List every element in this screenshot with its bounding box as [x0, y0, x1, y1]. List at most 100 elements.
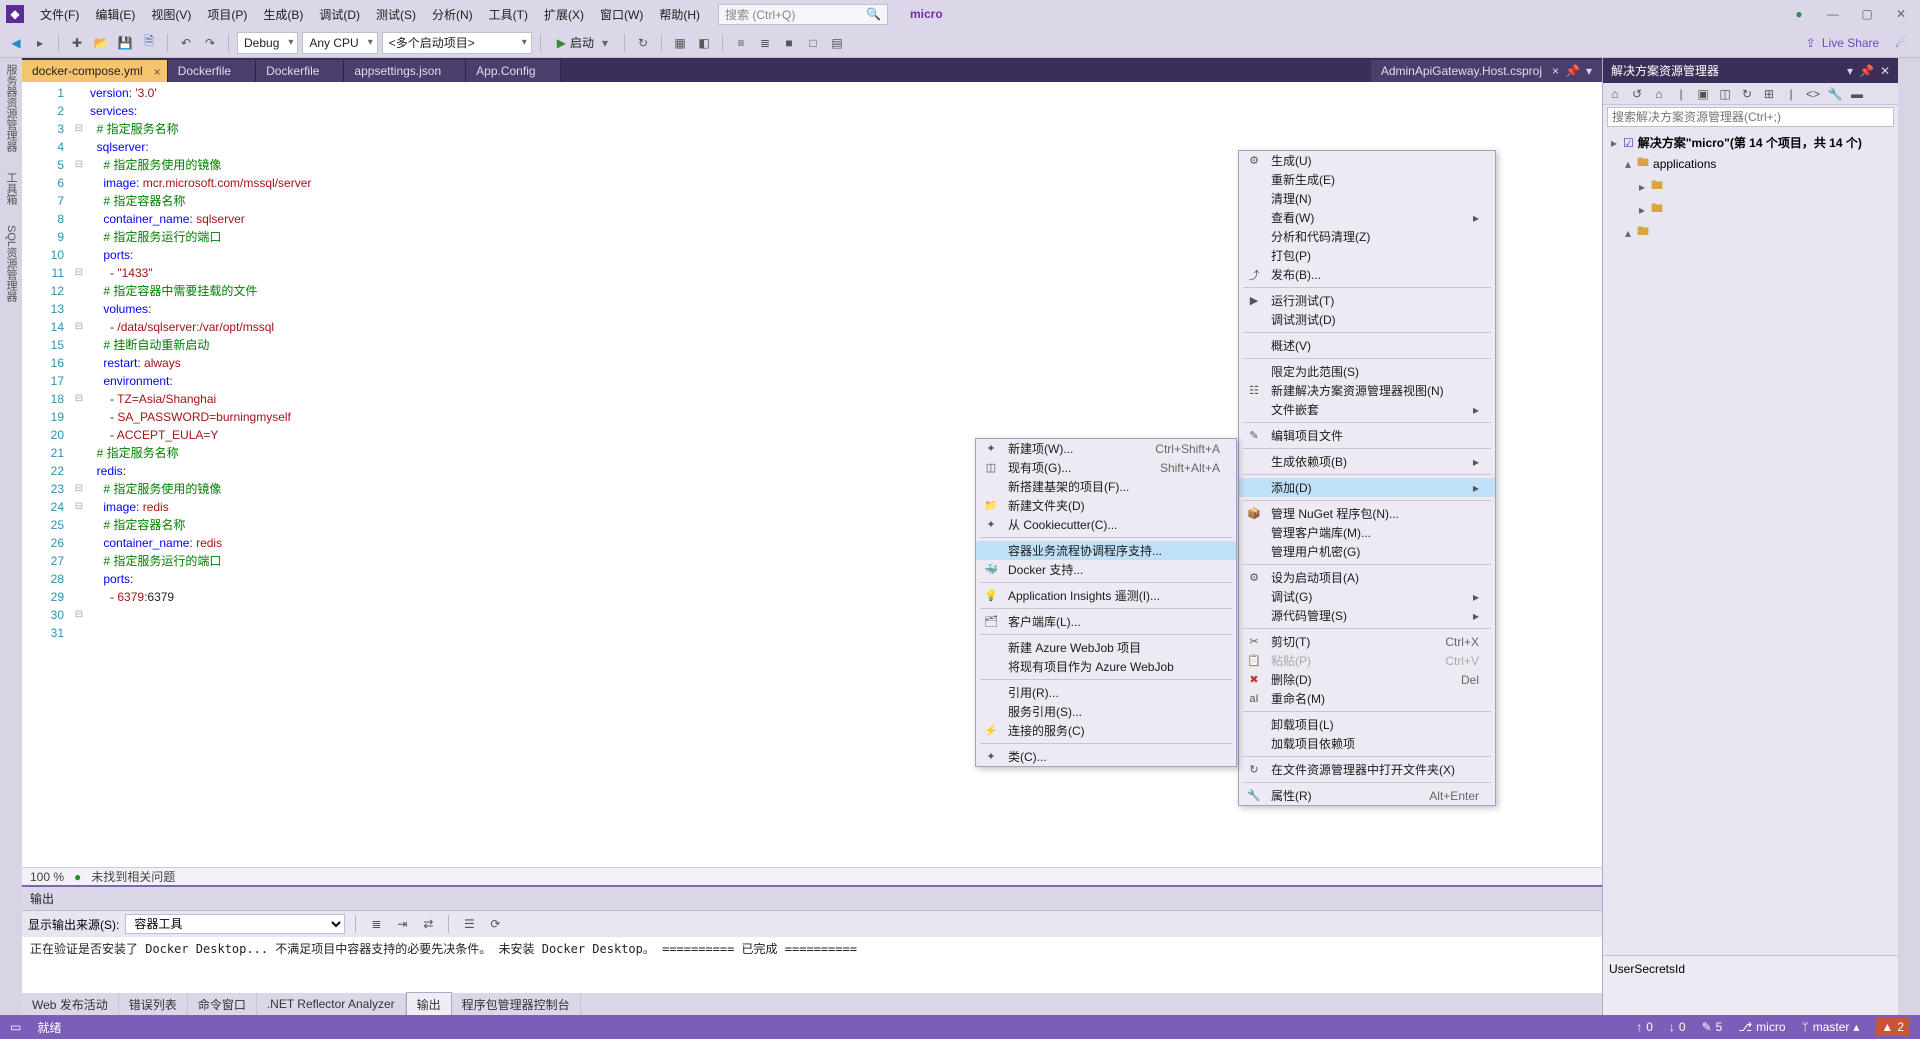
- context-menu-item[interactable]: ✦类(C)...: [976, 747, 1236, 766]
- menu-item[interactable]: 生成(B): [255, 2, 311, 27]
- output-tab[interactable]: .NET Reflector Analyzer: [257, 994, 406, 1014]
- output-wrap-icon[interactable]: ⇥: [392, 914, 412, 934]
- nav-fwd-icon[interactable]: ▸: [30, 33, 50, 53]
- context-menu-item[interactable]: 服务引用(S)...: [976, 702, 1236, 721]
- refresh-icon[interactable]: ↻: [633, 33, 653, 53]
- nav-back-icon[interactable]: ◀: [6, 33, 26, 53]
- context-menu-item[interactable]: 📦管理 NuGet 程序包(N)...: [1239, 504, 1495, 523]
- menu-item[interactable]: 帮助(H): [651, 2, 708, 27]
- output-source-select[interactable]: 容器工具: [125, 914, 345, 934]
- zoom-level[interactable]: 100 %: [30, 870, 64, 884]
- context-menu-item[interactable]: 🗂客户端库(L)...: [976, 612, 1236, 631]
- editor-tab[interactable]: App.Config: [466, 60, 560, 82]
- feedback-icon[interactable]: ☄: [1895, 36, 1906, 50]
- collapse-icon[interactable]: ▣: [1695, 87, 1711, 101]
- comment-icon[interactable]: ■: [779, 33, 799, 53]
- menu-item[interactable]: 扩展(X): [536, 2, 592, 27]
- save-icon[interactable]: 💾: [115, 33, 135, 53]
- wrench-icon[interactable]: 🔧: [1827, 87, 1843, 101]
- editor-tab[interactable]: appsettings.json: [344, 60, 466, 82]
- indent-icon[interactable]: ≡: [731, 33, 751, 53]
- context-menu-item[interactable]: 调试(G): [1239, 587, 1495, 606]
- platform-dropdown[interactable]: Any CPU: [302, 32, 377, 54]
- save-all-icon[interactable]: 🗎: [139, 33, 159, 53]
- context-menu-item[interactable]: 🔧属性(R)Alt+Enter: [1239, 786, 1495, 805]
- context-menu-item[interactable]: 管理用户机密(G): [1239, 542, 1495, 561]
- test-explorer-tab[interactable]: SQL资源管理器: [3, 225, 19, 302]
- minimize-icon[interactable]: —: [1826, 7, 1840, 21]
- menu-item[interactable]: 编辑(E): [87, 2, 143, 27]
- context-menu-item[interactable]: 限定为此范围(S): [1239, 362, 1495, 381]
- solution-tree[interactable]: ▸☑解决方案"micro"(第 14 个项目，共 14 个) ▴🖿applica…: [1603, 129, 1898, 248]
- context-menu-item[interactable]: 文件嵌套: [1239, 400, 1495, 419]
- context-menu-item[interactable]: ⚙生成(U): [1239, 151, 1495, 170]
- git-branch[interactable]: ᛘ master ▴: [1802, 1020, 1860, 1034]
- editor-tab-right[interactable]: AdminApiGateway.Host.csproj×📌▾: [1371, 60, 1602, 82]
- editor-tab[interactable]: Dockerfile: [256, 60, 344, 82]
- context-menu-item[interactable]: ⤴发布(B)...: [1239, 265, 1495, 284]
- context-menu-item[interactable]: ✦新建项(W)...Ctrl+Shift+A: [976, 439, 1236, 458]
- context-menu-item[interactable]: 📁新建文件夹(D): [976, 496, 1236, 515]
- context-menu-item[interactable]: 查看(W): [1239, 208, 1495, 227]
- view-code-icon[interactable]: <>: [1805, 87, 1821, 101]
- context-menu-item[interactable]: aI重命名(M): [1239, 689, 1495, 708]
- maximize-icon[interactable]: ▢: [1860, 7, 1874, 21]
- context-menu-item[interactable]: ✦从 Cookiecutter(C)...: [976, 515, 1236, 534]
- editor-tab[interactable]: docker-compose.yml×: [22, 60, 168, 82]
- context-menu-item[interactable]: ☷新建解决方案资源管理器视图(N): [1239, 381, 1495, 400]
- panel-dropdown-icon[interactable]: ▾: [1847, 64, 1853, 78]
- output-clear-icon[interactable]: ≣: [366, 914, 386, 934]
- redo-icon[interactable]: ↷: [200, 33, 220, 53]
- add-submenu[interactable]: ✦新建项(W)...Ctrl+Shift+A◫现有项(G)...Shift+Al…: [975, 438, 1237, 767]
- menu-item[interactable]: 测试(S): [368, 2, 424, 27]
- context-menu-item[interactable]: 引用(R)...: [976, 683, 1236, 702]
- context-menu-item[interactable]: 概述(V): [1239, 336, 1495, 355]
- context-menu-item[interactable]: 生成依赖项(B): [1239, 452, 1495, 471]
- tool-icon-1[interactable]: ▦: [670, 33, 690, 53]
- context-menu-item[interactable]: ▶运行测试(T): [1239, 291, 1495, 310]
- config-dropdown[interactable]: Debug: [237, 32, 298, 54]
- context-menu-item[interactable]: 新搭建基架的项目(F)...: [976, 477, 1236, 496]
- git-repo[interactable]: ⎇ micro: [1738, 1020, 1785, 1034]
- outdent-icon[interactable]: ≣: [755, 33, 775, 53]
- context-menu-item[interactable]: ✎编辑项目文件: [1239, 426, 1495, 445]
- account-icon[interactable]: ●: [1792, 7, 1806, 21]
- editor-tab[interactable]: Dockerfile: [168, 60, 256, 82]
- output-tab[interactable]: 错误列表: [119, 993, 188, 1016]
- output-tab[interactable]: 程序包管理器控制台: [452, 993, 581, 1016]
- context-menu-item[interactable]: ◫现有项(G)...Shift+Alt+A: [976, 458, 1236, 477]
- filter-icon[interactable]: ▬: [1849, 87, 1865, 101]
- menu-item[interactable]: 项目(P): [199, 2, 255, 27]
- output-toggle-icon[interactable]: ⇄: [418, 914, 438, 934]
- new-project-icon[interactable]: ✚: [67, 33, 87, 53]
- startup-dropdown[interactable]: <多个启动项目>: [382, 32, 532, 54]
- undo-icon[interactable]: ↶: [176, 33, 196, 53]
- context-menu-item[interactable]: 将现有项目作为 Azure WebJob: [976, 657, 1236, 676]
- tab-close-icon[interactable]: ×: [1552, 64, 1559, 78]
- context-menu-item[interactable]: 💡Application Insights 遥测(I)...: [976, 586, 1236, 605]
- context-menu-item[interactable]: 新建 Azure WebJob 项目: [976, 638, 1236, 657]
- context-menu-item[interactable]: 加载项目依赖项: [1239, 734, 1495, 753]
- context-menu-item[interactable]: 源代码管理(S): [1239, 606, 1495, 625]
- server-explorer-tab[interactable]: 服务器资源管理器: [3, 64, 19, 152]
- context-menu-item[interactable]: 重新生成(E): [1239, 170, 1495, 189]
- live-share-button[interactable]: ⇪ Live Share ☄: [1806, 36, 1914, 50]
- prop-icon[interactable]: ⊞: [1761, 87, 1777, 101]
- git-up[interactable]: ↑ 0: [1636, 1020, 1653, 1034]
- refresh-tree-icon[interactable]: ↻: [1739, 87, 1755, 101]
- context-menu-item[interactable]: 调试测试(D): [1239, 310, 1495, 329]
- fold-gutter[interactable]: ⊟⊟⊟⊟⊟⊟⊟⊟: [72, 82, 86, 867]
- context-menu-item[interactable]: ⚡连接的服务(C): [976, 721, 1236, 740]
- open-icon[interactable]: 📂: [91, 33, 111, 53]
- output-lock-icon[interactable]: ⟳: [485, 914, 505, 934]
- menu-item[interactable]: 视图(V): [143, 2, 199, 27]
- context-menu-item[interactable]: ✖删除(D)Del: [1239, 670, 1495, 689]
- bookmark-icon[interactable]: ▤: [827, 33, 847, 53]
- context-menu-item[interactable]: ↻在文件资源管理器中打开文件夹(X): [1239, 760, 1495, 779]
- show-all-icon[interactable]: ◫: [1717, 87, 1733, 101]
- context-menu-item[interactable]: ⚙设为启动项目(A): [1239, 568, 1495, 587]
- tab-overflow-icon[interactable]: ▾: [1586, 64, 1592, 78]
- toolbox-tab[interactable]: 工具箱: [3, 172, 19, 205]
- tool-icon-2[interactable]: ◧: [694, 33, 714, 53]
- context-menu-item[interactable]: 分析和代码清理(Z): [1239, 227, 1495, 246]
